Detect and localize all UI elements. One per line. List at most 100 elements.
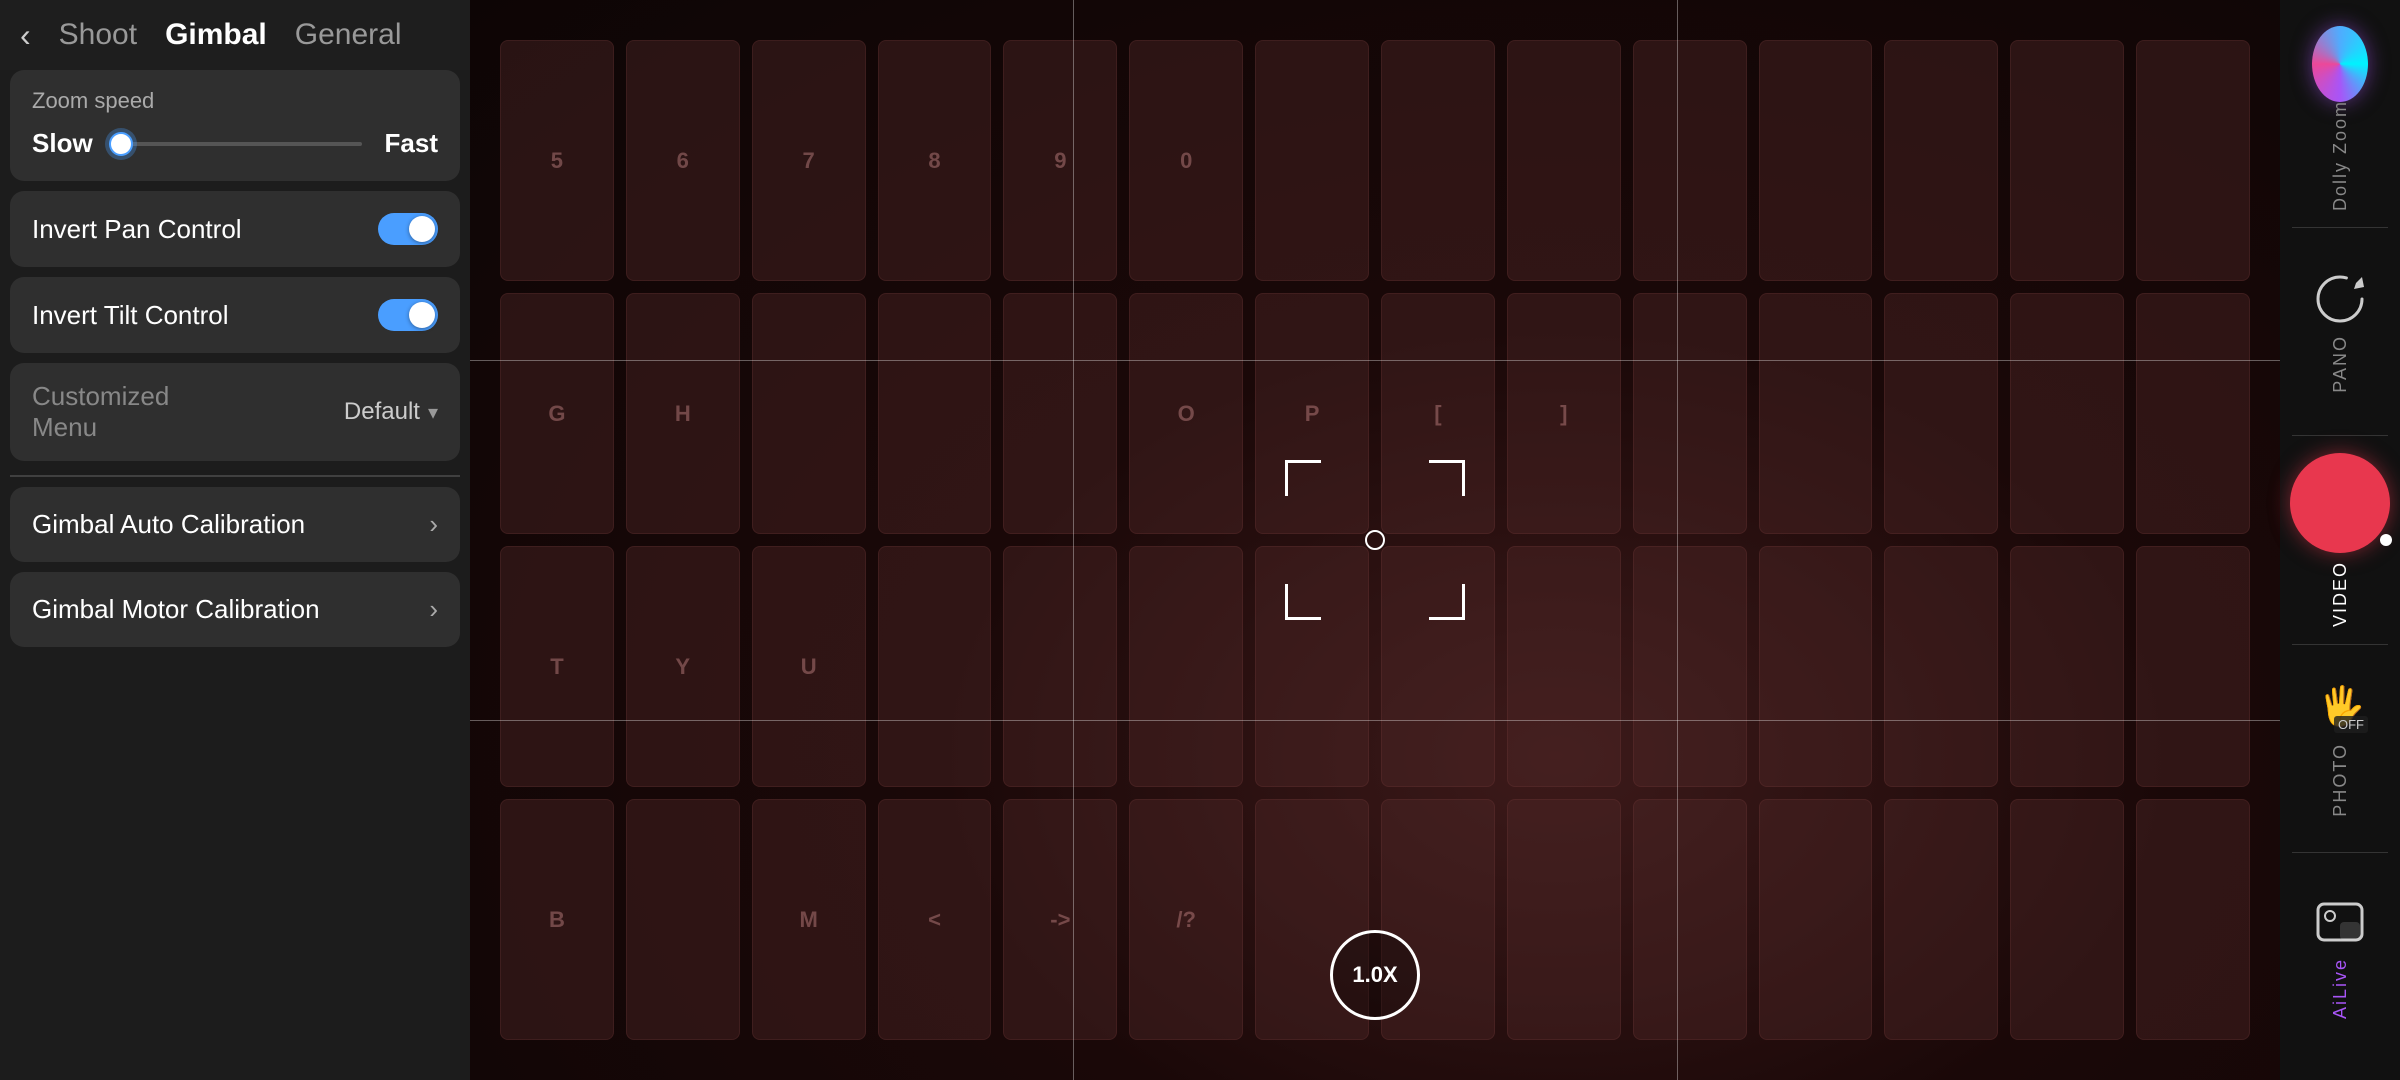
key-blank2 [1381, 40, 1495, 281]
key-blank12 [1633, 293, 1747, 534]
dropdown-arrow-icon: ▾ [428, 400, 438, 425]
key-blank10 [878, 293, 992, 534]
key-slash: /? [1129, 799, 1243, 1040]
settings-list: Zoom speed Slow Fast Invert Pan Control … [0, 70, 470, 1080]
zoom-speed-label: Zoom speed [32, 88, 438, 114]
invert-tilt-thumb [409, 302, 435, 328]
key-blank17 [878, 546, 992, 787]
nav-gimbal[interactable]: Gimbal [165, 18, 267, 52]
zoom-button[interactable]: 1.0X [1330, 930, 1420, 1020]
key-blank28 [626, 799, 740, 1040]
customized-menu-section[interactable]: CustomizedMenu Default ▾ [10, 363, 460, 461]
zoom-speed-slider[interactable] [109, 142, 362, 146]
invert-pan-thumb [409, 216, 435, 242]
invert-pan-label: Invert Pan Control [32, 214, 242, 245]
siri-sphere-icon [2312, 26, 2368, 102]
customized-menu-label: CustomizedMenu [32, 381, 169, 443]
key-blank23 [1633, 546, 1747, 787]
mode-photo[interactable]: 🖐 OFF PHOTO [2280, 645, 2400, 852]
key-blank1 [1255, 40, 1369, 281]
slider-thumb[interactable] [109, 132, 133, 156]
key-blank18 [1003, 546, 1117, 787]
key-blank21 [1381, 546, 1495, 787]
key-blank13 [1759, 293, 1873, 534]
slow-label: Slow [32, 128, 93, 159]
key-bracket1: [ [1381, 293, 1495, 534]
key-9: 9 [1003, 40, 1117, 281]
off-badge: OFF [2334, 716, 2368, 733]
gimbal-motor-calibration-label: Gimbal Motor Calibration [32, 594, 320, 625]
key-bracket2: ] [1507, 293, 1621, 534]
gallery-icon [2312, 894, 2368, 950]
chevron-right-icon: › [429, 509, 438, 540]
nav-shoot[interactable]: Shoot [59, 18, 137, 52]
key-blank33 [1759, 799, 1873, 1040]
mode-dolly-zoom[interactable]: Dolly Zoom [2280, 20, 2400, 227]
menu-divider [10, 475, 460, 477]
photo-label: PHOTO [2330, 743, 2351, 817]
invert-pan-section: Invert Pan Control [10, 191, 460, 267]
key-g: G [500, 293, 614, 534]
invert-tilt-toggle[interactable] [378, 299, 438, 331]
key-b: B [500, 799, 614, 1040]
ailive-label: AiLive [2330, 958, 2351, 1019]
key-blank26 [2010, 546, 2124, 787]
camera-view: 5 6 7 8 9 0 G H O P [ ] T Y U [470, 0, 2280, 1080]
key-o: O [1129, 293, 1243, 534]
key-period: -> [1003, 799, 1117, 1040]
key-blank7 [2010, 40, 2124, 281]
key-t: T [500, 546, 614, 787]
key-blank35 [2010, 799, 2124, 1040]
back-button[interactable]: ‹ [20, 19, 31, 51]
key-0: 0 [1129, 40, 1243, 281]
key-blank22 [1507, 546, 1621, 787]
gimbal-auto-calibration-label: Gimbal Auto Calibration [32, 509, 305, 540]
video-label: VIDEO [2330, 561, 2351, 627]
right-controls: Dolly Zoom PANO VIDEO 🖐 OFF PHOTO [2280, 0, 2400, 1080]
settings-panel: ‹ Shoot Gimbal General Zoom speed Slow F… [0, 0, 470, 1080]
pano-label: PANO [2330, 335, 2351, 393]
mode-video[interactable]: VIDEO [2280, 436, 2400, 643]
key-5: 5 [500, 40, 614, 281]
fast-label: Fast [378, 128, 438, 159]
key-blank36 [2136, 799, 2250, 1040]
gimbal-auto-calibration-row[interactable]: Gimbal Auto Calibration › [10, 487, 460, 562]
key-blank20 [1255, 546, 1369, 787]
keyboard-overlay: 5 6 7 8 9 0 G H O P [ ] T Y U [470, 0, 2280, 1080]
record-button[interactable] [2290, 453, 2390, 553]
mode-ailive[interactable]: AiLive [2280, 853, 2400, 1060]
chevron-right-icon-2: › [429, 594, 438, 625]
gesture-icon-container: 🖐 OFF [2312, 679, 2368, 735]
key-blank3 [1507, 40, 1621, 281]
nav-general[interactable]: General [295, 18, 402, 52]
key-blank6 [1884, 40, 1998, 281]
mode-pano[interactable]: PANO [2280, 228, 2400, 435]
key-blank16 [2136, 293, 2250, 534]
key-6: 6 [626, 40, 740, 281]
key-7: 7 [752, 40, 866, 281]
active-indicator [2380, 534, 2392, 546]
key-u: U [752, 546, 866, 787]
key-y: Y [626, 546, 740, 787]
refresh-circle-icon [2312, 271, 2368, 327]
gimbal-motor-calibration-row[interactable]: Gimbal Motor Calibration › [10, 572, 460, 647]
dolly-zoom-label: Dolly Zoom [2330, 100, 2351, 211]
key-blank31 [1507, 799, 1621, 1040]
key-h: H [626, 293, 740, 534]
customized-menu-selected: Default [344, 398, 420, 426]
key-blank9 [752, 293, 866, 534]
key-8: 8 [878, 40, 992, 281]
key-blank27 [2136, 546, 2250, 787]
top-navigation: ‹ Shoot Gimbal General [0, 0, 470, 70]
key-blank25 [1884, 546, 1998, 787]
key-p: P [1255, 293, 1369, 534]
pano-icon [2312, 271, 2368, 327]
zoom-speed-section: Zoom speed Slow Fast [10, 70, 460, 181]
key-blank4 [1633, 40, 1747, 281]
invert-tilt-label: Invert Tilt Control [32, 300, 229, 331]
zoom-value: 1.0X [1352, 962, 1397, 988]
zoom-speed-slider-row: Slow Fast [32, 128, 438, 159]
invert-pan-toggle[interactable] [378, 213, 438, 245]
key-comma: < [878, 799, 992, 1040]
key-blank19 [1129, 546, 1243, 787]
